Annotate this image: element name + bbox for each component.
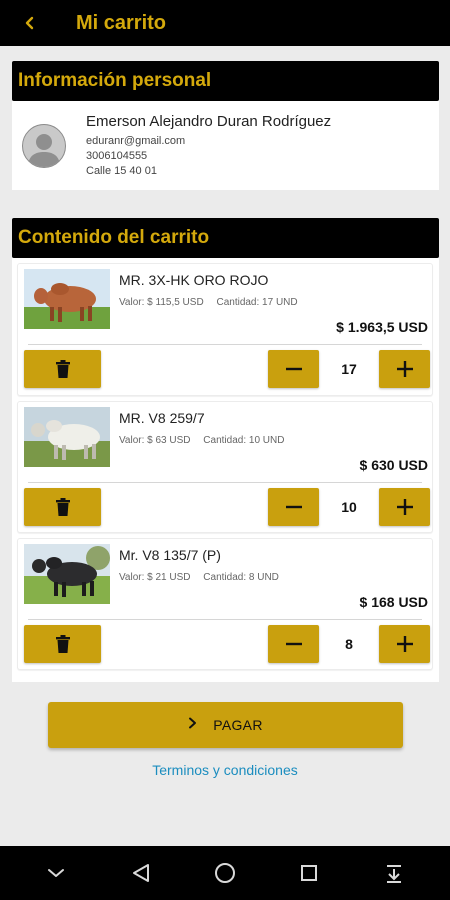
recents-square-icon xyxy=(301,865,318,881)
divider xyxy=(28,482,422,483)
cart-item: MR. V8 259/7 Valor: $ 63 USD Cantidad: 1… xyxy=(17,401,433,533)
customer-phone: 3006104555 xyxy=(86,149,148,162)
delete-button[interactable] xyxy=(24,350,101,388)
pay-button-label: PAGAR xyxy=(213,717,263,733)
item-unit-price: Valor: $ 21 USD xyxy=(119,572,191,583)
plus-icon xyxy=(396,499,413,515)
cart-contents-heading: Contenido del carrito xyxy=(12,218,439,258)
personal-info-heading: Información personal xyxy=(12,61,439,101)
chevron-right-icon xyxy=(188,716,197,734)
trash-icon xyxy=(55,360,70,378)
delete-button[interactable] xyxy=(24,625,101,663)
back-triangle-icon xyxy=(132,864,149,882)
item-total: $ 1.963,5 USD xyxy=(336,319,428,335)
bull-photo xyxy=(24,544,110,604)
decrease-quantity-button[interactable] xyxy=(268,488,319,526)
nav-recents-button[interactable] xyxy=(289,853,329,893)
divider xyxy=(28,344,422,345)
avatar xyxy=(22,123,66,168)
minus-icon xyxy=(285,505,302,509)
nav-back-button[interactable] xyxy=(121,853,161,893)
cart-item: MR. 3X-HK ORO ROJO Valor: $ 115,5 USD Ca… xyxy=(17,263,433,396)
plus-icon xyxy=(396,361,413,377)
trash-icon xyxy=(55,635,70,653)
customer-email: eduranr@gmail.com xyxy=(86,134,186,147)
item-name: MR. V8 259/7 xyxy=(119,410,205,426)
cart-list: MR. 3X-HK ORO ROJO Valor: $ 115,5 USD Ca… xyxy=(12,258,439,682)
system-nav-bar xyxy=(0,846,450,900)
personal-info-card: Emerson Alejandro Duran Rodríguez eduran… xyxy=(12,101,439,190)
plus-icon xyxy=(396,636,413,652)
minus-icon xyxy=(285,367,302,371)
notifications-pull-icon xyxy=(386,865,401,883)
item-unit-price: Valor: $ 115,5 USD xyxy=(119,297,204,308)
decrease-quantity-button[interactable] xyxy=(268,350,319,388)
customer-address: Calle 15 40 01 xyxy=(86,164,157,177)
increase-quantity-button[interactable] xyxy=(379,625,430,663)
person-icon xyxy=(28,133,60,167)
chevron-down-icon xyxy=(48,869,65,877)
item-quantity-label: Cantidad: 17 UND xyxy=(216,297,298,308)
app-bar: Mi carrito xyxy=(0,0,450,46)
item-total: $ 168 USD xyxy=(359,594,428,610)
item-unit-price: Valor: $ 63 USD xyxy=(119,435,191,446)
nav-collapse-button[interactable] xyxy=(36,853,76,893)
trash-icon xyxy=(55,498,70,516)
increase-quantity-button[interactable] xyxy=(379,488,430,526)
quantity-value: 10 xyxy=(341,499,357,515)
item-total: $ 630 USD xyxy=(359,457,428,473)
home-circle-icon xyxy=(214,863,235,883)
pay-button[interactable]: PAGAR xyxy=(48,702,403,748)
item-quantity-label: Cantidad: 8 UND xyxy=(203,572,279,583)
item-name: Mr. V8 135/7 (P) xyxy=(119,547,221,563)
quantity-value: 8 xyxy=(345,636,353,652)
page-title: Mi carrito xyxy=(76,11,167,34)
decrease-quantity-button[interactable] xyxy=(268,625,319,663)
chevron-left-icon xyxy=(25,16,34,30)
bull-photo xyxy=(24,407,110,467)
bull-photo xyxy=(24,269,110,329)
item-quantity-label: Cantidad: 10 UND xyxy=(203,435,285,446)
increase-quantity-button[interactable] xyxy=(379,350,430,388)
minus-icon xyxy=(285,642,302,646)
customer-name: Emerson Alejandro Duran Rodríguez xyxy=(86,112,332,130)
delete-button[interactable] xyxy=(24,488,101,526)
item-name: MR. 3X-HK ORO ROJO xyxy=(119,272,269,288)
nav-home-button[interactable] xyxy=(205,853,245,893)
divider xyxy=(28,619,422,620)
cart-item: Mr. V8 135/7 (P) Valor: $ 21 USD Cantida… xyxy=(17,538,433,670)
quantity-value: 17 xyxy=(341,361,357,377)
back-button[interactable] xyxy=(0,0,60,46)
terms-link[interactable]: Terminos y condiciones xyxy=(0,762,450,778)
nav-notifications-button[interactable] xyxy=(374,853,414,893)
